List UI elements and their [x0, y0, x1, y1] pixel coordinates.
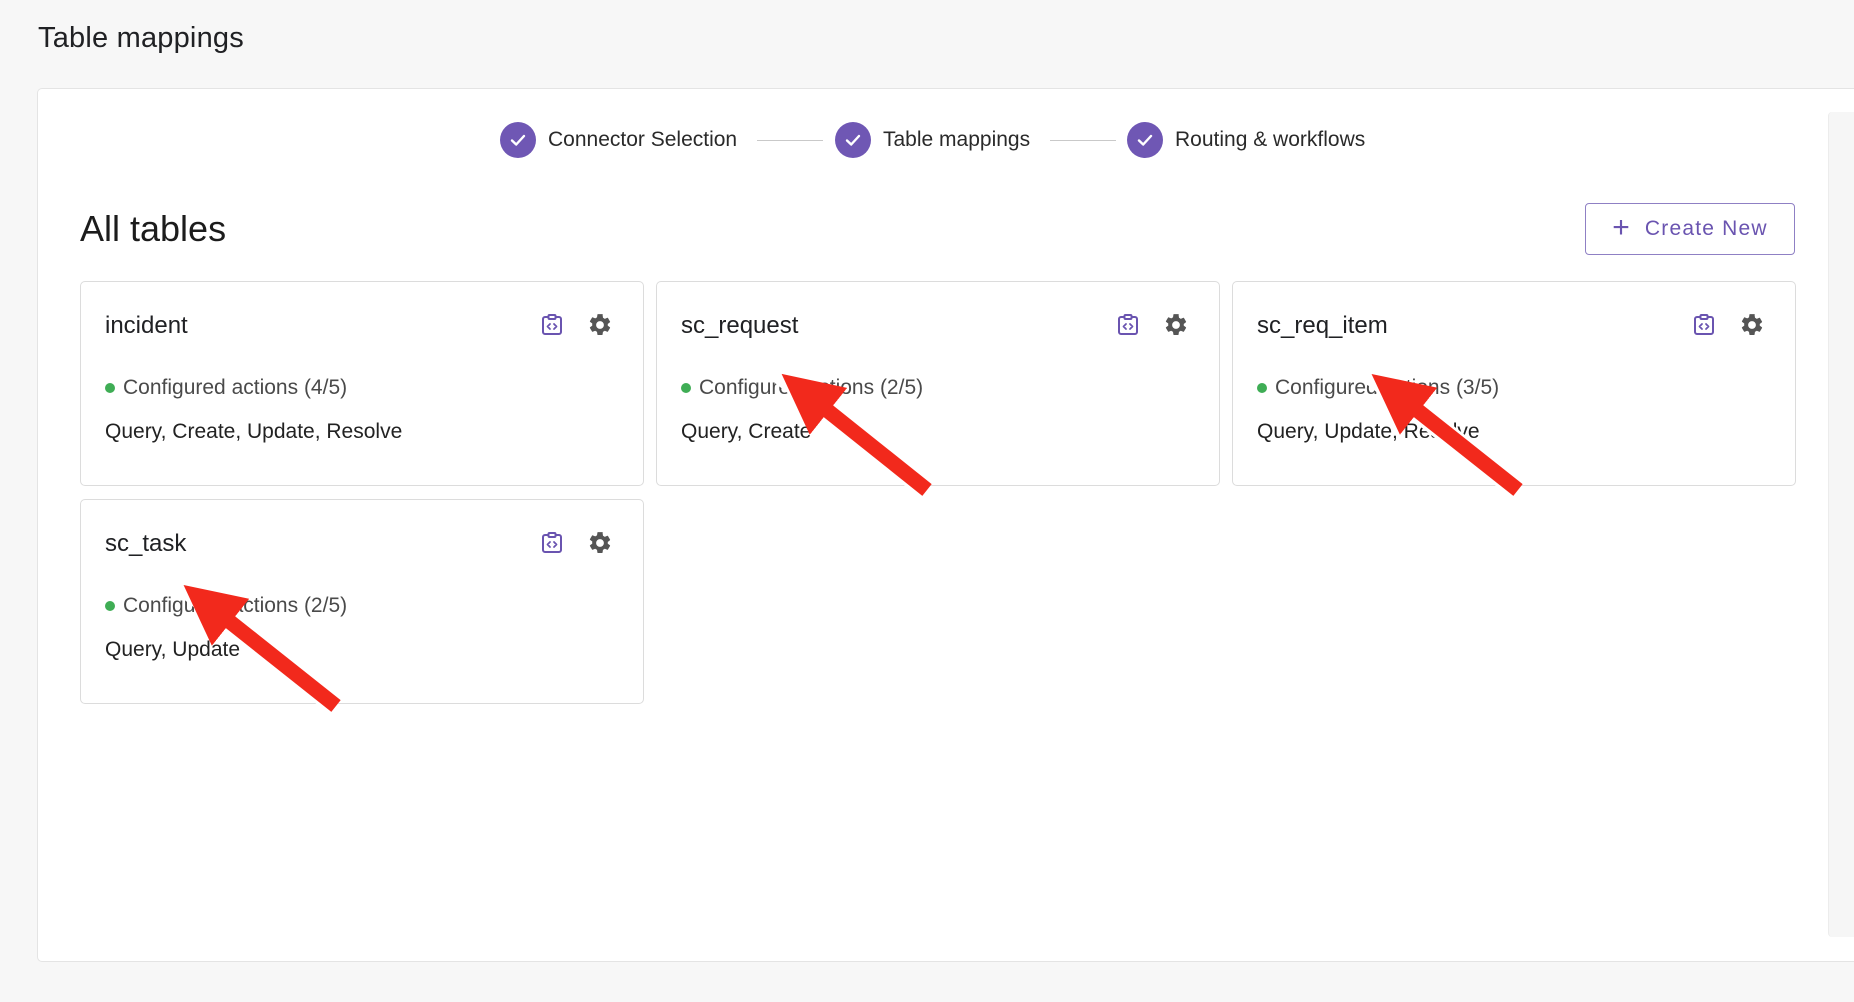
gear-icon[interactable]: [1163, 312, 1189, 338]
plus-icon: +: [1612, 210, 1631, 244]
table-card-sc-req-item[interactable]: sc_req_item Configured actions (3/5) Que…: [1232, 281, 1796, 486]
page-title: Table mappings: [38, 22, 244, 54]
status-dot: [1257, 383, 1267, 393]
scrollbar[interactable]: [1828, 112, 1854, 937]
card-title: incident: [105, 312, 188, 339]
step-label: Connector Selection: [548, 128, 738, 151]
code-clipboard-icon[interactable]: [1691, 312, 1717, 338]
gear-icon[interactable]: [587, 530, 613, 556]
step-connector-line: [757, 140, 823, 141]
step-routing-workflows[interactable]: Routing & workflows: [1127, 120, 1365, 160]
gear-icon[interactable]: [587, 312, 613, 338]
status-dot: [105, 601, 115, 611]
check-icon: [1127, 122, 1163, 158]
status-dot: [105, 383, 115, 393]
step-connector-line: [1050, 140, 1116, 141]
code-clipboard-icon[interactable]: [539, 312, 565, 338]
status-text: Configured actions (4/5): [123, 376, 348, 399]
check-icon: [835, 122, 871, 158]
code-clipboard-icon[interactable]: [539, 530, 565, 556]
check-icon: [500, 122, 536, 158]
step-table-mappings[interactable]: Table mappings: [835, 120, 1030, 160]
table-card-sc-task[interactable]: sc_task Configured actions (2/5) Query, …: [80, 499, 644, 704]
step-connector-selection[interactable]: Connector Selection: [500, 120, 737, 160]
card-actions: Query, Update, Resolve: [1257, 420, 1480, 443]
card-status: Configured actions (4/5): [105, 376, 347, 400]
card-title: sc_req_item: [1257, 312, 1388, 339]
status-text: Configured actions (2/5): [699, 376, 924, 399]
stepper: Connector Selection Table mappings Routi…: [0, 120, 1854, 160]
section-title: All tables: [80, 208, 227, 249]
gear-icon[interactable]: [1739, 312, 1765, 338]
create-new-label: Create New: [1644, 217, 1768, 240]
card-actions: Query, Create, Update, Resolve: [105, 420, 403, 443]
table-card-sc-request[interactable]: sc_request Configured actions (2/5) Quer…: [656, 281, 1220, 486]
status-dot: [681, 383, 691, 393]
step-label: Routing & workflows: [1175, 128, 1366, 151]
status-text: Configured actions (2/5): [123, 594, 348, 617]
card-status: Configured actions (2/5): [681, 376, 923, 400]
card-status: Configured actions (2/5): [105, 594, 347, 618]
card-actions: Query, Update: [105, 638, 241, 661]
card-title: sc_request: [681, 312, 799, 339]
code-clipboard-icon[interactable]: [1115, 312, 1141, 338]
card-actions: Query, Create: [681, 420, 812, 443]
status-text: Configured actions (3/5): [1275, 376, 1500, 399]
create-new-button[interactable]: + Create New: [1585, 203, 1795, 255]
card-status: Configured actions (3/5): [1257, 376, 1499, 400]
card-title: sc_task: [105, 530, 187, 557]
step-label: Table mappings: [883, 128, 1031, 151]
table-card-incident[interactable]: incident Configured actions (4/5) Query,…: [80, 281, 644, 486]
